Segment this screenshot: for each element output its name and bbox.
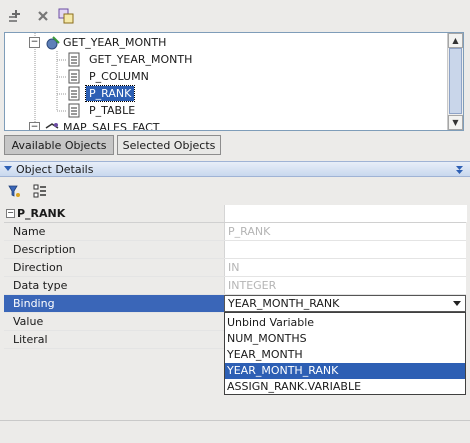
tab-selected-objects[interactable]: Selected Objects (117, 135, 221, 155)
tree-item-label: GET_YEAR_MONTH (89, 53, 193, 66)
scroll-up-arrow[interactable]: ▲ (448, 33, 463, 48)
document-icon (68, 52, 80, 66)
binding-select[interactable]: YEAR_MONTH_RANK (224, 295, 466, 312)
tree-item-get-year-month-param[interactable]: GET_YEAR_MONTH (67, 51, 195, 68)
tree-item-p-column[interactable]: P_COLUMN (67, 68, 152, 85)
collapse-toggle[interactable]: − (29, 122, 40, 130)
property-name: Direction (13, 261, 63, 274)
delete-icon (38, 11, 48, 21)
section-collapse-toggle[interactable]: − (6, 209, 15, 218)
property-section-header: − P_RANK (4, 205, 467, 223)
add-button[interactable] (6, 6, 26, 26)
panel-menu-icon[interactable] (455, 165, 465, 175)
tree-item-map-sales-fact[interactable]: − MAP_SALES_FACT (29, 119, 162, 131)
tree-item-label: P_RANK (84, 85, 136, 102)
scroll-down-arrow[interactable]: ▼ (448, 115, 463, 130)
object-tree[interactable]: − GET_YEAR_MONTH GET_YEAR_MONTH P_COLUMN… (4, 32, 464, 131)
property-row-binding: Binding YEAR_MONTH_RANK (4, 295, 466, 313)
property-name: Name (13, 225, 46, 238)
scroll-thumb[interactable] (449, 48, 462, 114)
filter-icon (8, 185, 20, 197)
tree-item-label: GET_YEAR_MONTH (63, 36, 167, 49)
document-icon (68, 103, 80, 117)
description-field[interactable] (224, 241, 466, 258)
copy-icon (58, 8, 74, 24)
property-name: Data type (13, 279, 68, 292)
property-name: Value (13, 315, 44, 328)
chevron-down-icon (453, 301, 461, 306)
property-value: INTEGER (224, 277, 466, 294)
property-row-direction: Direction IN (4, 259, 466, 277)
tree-item-p-table[interactable]: P_TABLE (67, 102, 138, 119)
dropdown-option-year-month[interactable]: YEAR_MONTH (225, 347, 465, 363)
panel-title: Object Details (16, 162, 94, 176)
collapse-toggle[interactable]: − (29, 37, 40, 48)
tree-item-label: P_TABLE (89, 104, 136, 117)
document-icon (68, 86, 80, 100)
property-row-data-type: Data type INTEGER (4, 277, 466, 295)
mapping-icon (45, 122, 59, 129)
property-name: Description (13, 243, 76, 256)
function-icon (46, 35, 60, 49)
delete-button[interactable] (33, 6, 53, 26)
tab-label: Selected Objects (122, 138, 216, 152)
binding-select-value: YEAR_MONTH_RANK (228, 297, 340, 310)
tree-item-get-year-month[interactable]: − GET_YEAR_MONTH (29, 34, 169, 51)
property-name: Literal (13, 333, 48, 346)
document-icon (68, 69, 80, 83)
property-list-icon (33, 184, 46, 198)
tree-item-p-rank[interactable]: P_RANK (67, 85, 136, 102)
property-value: IN (224, 259, 466, 276)
tab-available-objects[interactable]: Available Objects (4, 135, 114, 155)
dropdown-option-unbind-variable[interactable]: Unbind Variable (225, 315, 465, 331)
bottom-divider (0, 420, 470, 421)
tab-label: Available Objects (11, 138, 107, 152)
collapse-triangle-icon (4, 166, 12, 171)
tree-item-label: P_COLUMN (89, 70, 149, 83)
property-name: Binding (13, 297, 55, 310)
dropdown-option-year-month-rank[interactable]: YEAR_MONTH_RANK (225, 363, 465, 379)
property-list-button[interactable] (30, 181, 50, 201)
property-row-name: Name P_RANK (4, 223, 466, 241)
section-title: P_RANK (17, 207, 66, 220)
filter-button[interactable] (4, 181, 24, 201)
section-value-cell (224, 205, 467, 222)
dropdown-option-assign-rank-variable[interactable]: ASSIGN_RANK.VARIABLE (225, 379, 465, 395)
copy-button[interactable] (56, 6, 76, 26)
dropdown-option-num-months[interactable]: NUM_MONTHS (225, 331, 465, 347)
add-icon (9, 10, 20, 22)
tree-scrollbar[interactable]: ▲ ▼ (447, 33, 463, 130)
tree-item-label: MAP_SALES_FACT (63, 121, 160, 131)
property-row-description: Description (4, 241, 466, 259)
object-details-header[interactable]: Object Details (0, 161, 470, 177)
property-value: P_RANK (224, 223, 466, 240)
binding-dropdown-list[interactable]: Unbind Variable NUM_MONTHS YEAR_MONTH YE… (224, 312, 466, 395)
